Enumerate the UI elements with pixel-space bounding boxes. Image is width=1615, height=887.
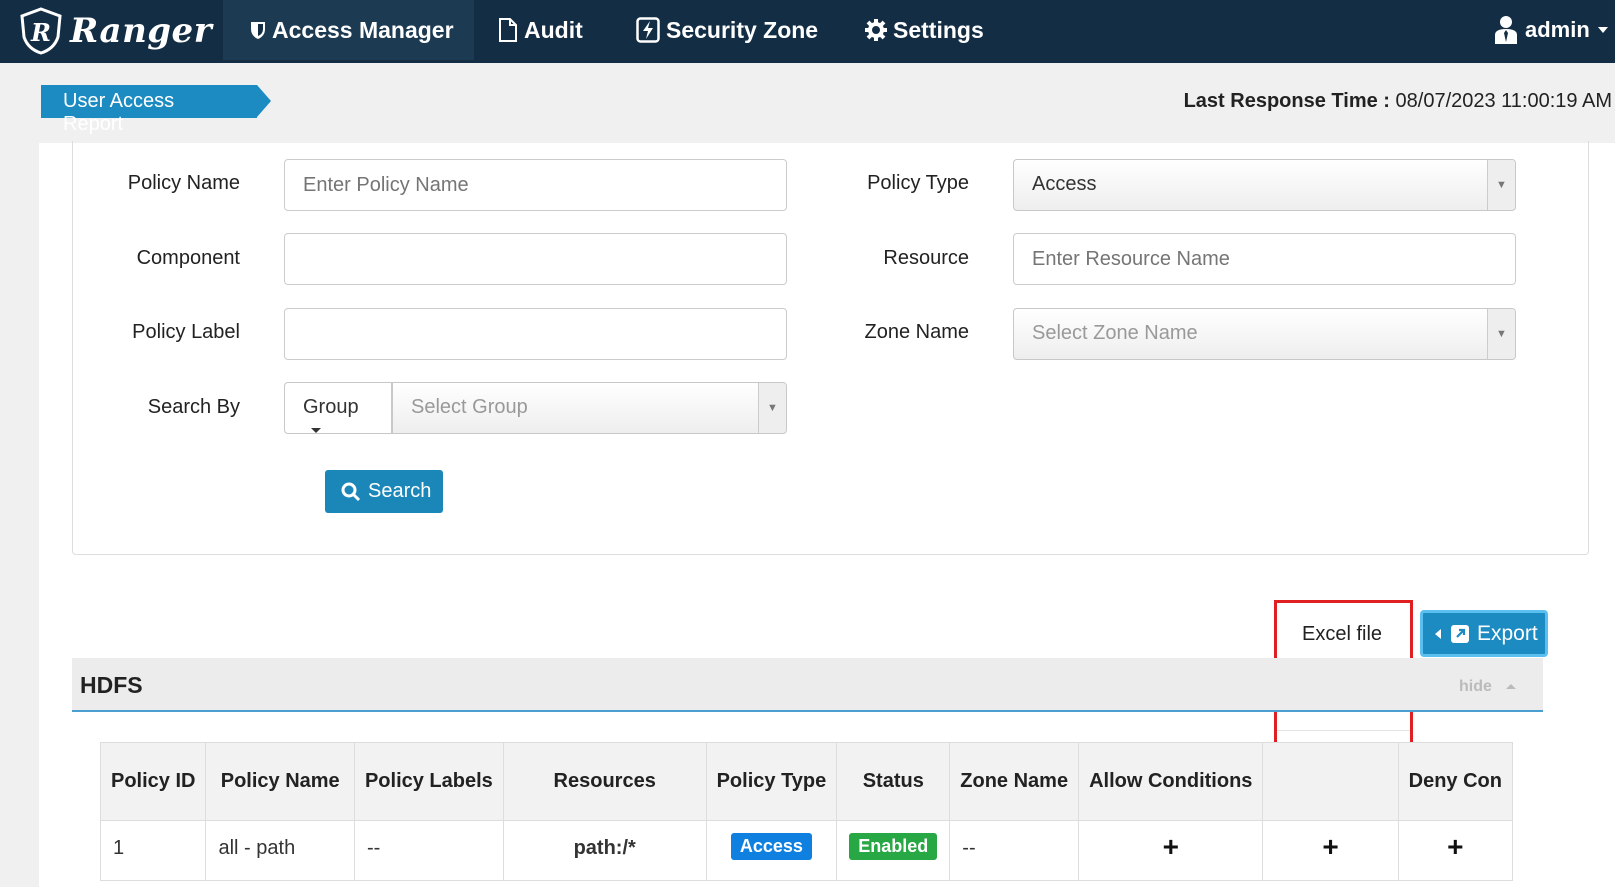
shield-icon	[251, 22, 265, 39]
ranger-logo-icon: R	[20, 7, 62, 55]
component-input[interactable]	[284, 233, 787, 285]
export-button[interactable]: Export	[1420, 610, 1548, 657]
allow-conditions-cell[interactable]: +	[1078, 820, 1264, 881]
policy-type-select[interactable]: Access ▼	[1013, 159, 1516, 211]
last-response-time: Last Response Time : 08/07/2023 11:00:19…	[1184, 90, 1612, 113]
search-by-type-dropdown[interactable]: Group	[284, 382, 392, 434]
section-title: HDFS	[80, 672, 143, 698]
status-badge: Enabled	[849, 833, 938, 860]
caret-down-icon: ▼	[758, 383, 786, 433]
search-by-type-value: Group	[303, 396, 359, 418]
last-response-label: Last Response Time :	[1183, 90, 1390, 112]
col-hidden	[1262, 742, 1399, 821]
gear-icon	[865, 19, 887, 41]
search-by-label: Search By	[147, 396, 240, 418]
nav-security-zone[interactable]: Security Zone	[636, 0, 818, 60]
col-status: Status	[836, 742, 951, 821]
lightning-box-icon	[636, 17, 660, 43]
col-allow-conditions: Allow Conditions	[1078, 742, 1264, 821]
policy-name-input[interactable]	[284, 159, 787, 211]
nav-access-manager-label: Access Manager	[272, 16, 454, 43]
nav-audit[interactable]: Audit	[498, 0, 583, 60]
hidden-col-cell[interactable]: +	[1262, 820, 1399, 881]
hide-toggle[interactable]: hide	[1459, 678, 1517, 696]
chevron-down-icon	[1597, 27, 1608, 33]
col-policy-type: Policy Type	[705, 742, 838, 821]
last-response-value: 08/07/2023 11:00:19 AM	[1395, 90, 1612, 112]
brand[interactable]: R Ranger	[18, 6, 212, 56]
policy-name-label: Policy Name	[127, 172, 240, 194]
caret-down-icon: ▼	[1487, 160, 1515, 210]
zone-name-cell: --	[949, 820, 1080, 881]
resource-label: Resource	[883, 247, 969, 269]
resources-value: path:/*	[573, 837, 636, 859]
policy-type-badge: Access	[730, 833, 812, 860]
top-navbar: R Ranger Access Manager Audit Security Z…	[0, 0, 1615, 63]
caret-down-icon: ▼	[1487, 309, 1515, 359]
file-icon	[499, 18, 517, 42]
table-header-row: Policy ID Policy Name Policy Labels Reso…	[99, 742, 1514, 821]
nav-settings-label: Settings	[893, 16, 984, 43]
caret-up-icon	[1506, 684, 1517, 690]
resources-cell: path:/*	[502, 820, 707, 881]
hdfs-section-header: HDFS hide	[72, 658, 1543, 712]
col-deny-conditions: Deny Con	[1397, 742, 1514, 821]
filter-panel: Policy Name Policy Type Access ▼ Compone…	[72, 141, 1589, 555]
external-link-icon	[1451, 624, 1469, 643]
col-policy-id: Policy ID	[99, 742, 207, 821]
status-cell: Enabled	[836, 820, 951, 881]
col-zone-name: Zone Name	[949, 742, 1080, 821]
zone-name-select[interactable]: Select Zone Name ▼	[1013, 308, 1516, 360]
plus-icon: +	[1322, 831, 1339, 862]
search-button[interactable]: Search	[325, 470, 443, 513]
caret-left-icon	[1435, 628, 1441, 639]
plus-icon: +	[1447, 831, 1464, 862]
nav-access-manager[interactable]: Access Manager	[223, 0, 474, 60]
policy-type-label: Policy Type	[867, 172, 969, 194]
breadcrumb[interactable]: User Access Report	[41, 85, 271, 135]
zone-name-placeholder: Select Zone Name	[1032, 322, 1198, 344]
brand-name: Ranger	[70, 11, 213, 51]
plus-icon: +	[1162, 831, 1179, 862]
policy-label-input[interactable]	[284, 308, 787, 360]
policy-table: Policy ID Policy Name Policy Labels Reso…	[99, 742, 1514, 881]
export-button-label: Export	[1477, 621, 1538, 645]
table-row: 1 all - path -- path:/* Access Enabled -…	[99, 820, 1514, 881]
policy-name-cell: all - path	[205, 820, 355, 881]
search-icon	[341, 482, 361, 501]
search-button-label: Search	[368, 480, 432, 502]
user-icon	[1495, 16, 1517, 44]
col-policy-name: Policy Name	[205, 742, 355, 821]
component-label: Component	[136, 247, 240, 269]
nav-settings[interactable]: Settings	[865, 0, 984, 60]
col-resources: Resources	[502, 742, 707, 821]
resource-input[interactable]	[1013, 233, 1516, 285]
col-policy-labels: Policy Labels	[353, 742, 504, 821]
user-name: admin	[1525, 17, 1590, 42]
policy-labels-cell: --	[353, 820, 504, 881]
policy-type-cell: Access	[705, 820, 838, 881]
hide-label: hide	[1459, 678, 1492, 695]
select-group-placeholder: Select Group	[411, 396, 528, 418]
user-menu[interactable]: admin	[1493, 0, 1608, 60]
policy-label-label: Policy Label	[132, 321, 240, 343]
policy-type-value: Access	[1032, 173, 1097, 195]
select-group-dropdown[interactable]: Select Group ▼	[392, 382, 787, 434]
nav-audit-label: Audit	[524, 16, 583, 43]
policy-id-link[interactable]: 1	[99, 820, 207, 881]
deny-conditions-cell[interactable]: +	[1397, 820, 1514, 881]
caret-down-icon	[311, 428, 321, 434]
nav-security-zone-label: Security Zone	[666, 16, 819, 43]
svg-text:R: R	[30, 18, 51, 47]
main-panel: Policy Name Policy Type Access ▼ Compone…	[39, 141, 1615, 887]
zone-name-label: Zone Name	[864, 321, 970, 343]
